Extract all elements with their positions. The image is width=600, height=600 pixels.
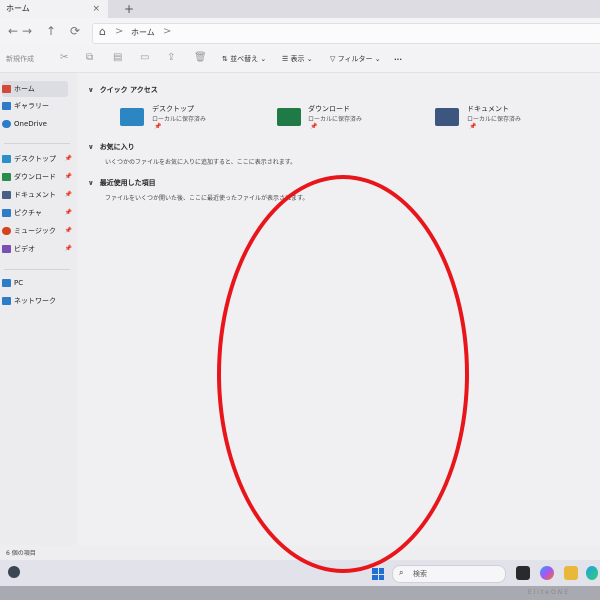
gallery-icon (2, 102, 11, 110)
recent-header[interactable]: ∨ 最近使用した項目 (88, 178, 156, 188)
sidebar-item-documents[interactable]: ドキュメント 📌 (2, 187, 72, 203)
chevron-down-icon[interactable]: ∨ (88, 86, 94, 94)
taskbar: ⌕ 検索 (0, 560, 600, 586)
share-icon[interactable]: ⇪ (167, 52, 175, 63)
sidebar-item-desktop[interactable]: デスクトップ 📌 (2, 151, 72, 167)
title-bar: ホーム × + (0, 0, 600, 18)
folder-icon (435, 108, 459, 126)
address-input[interactable]: ⌂ > ホーム > (92, 23, 600, 44)
folder-icon (120, 108, 144, 126)
command-bar: 新規作成 ✂ ⧉ ▤ ▭ ⇪ 🗑 ⇅ 並べ替え ⌄ ☰ 表示 ⌄ ▽ フィルター… (0, 46, 600, 73)
brand-label: EliteONE (527, 589, 570, 596)
content-area: ∨ クイック アクセス デスクトップ ローカルに保存済み 📌 ダウンロード ローカ… (78, 73, 600, 545)
copilot-icon[interactable] (540, 566, 554, 580)
tab-title: ホーム (6, 4, 30, 13)
forward-icon[interactable]: → (22, 24, 32, 38)
status-bar: 6 個の項目 (0, 546, 600, 560)
pin-icon: 📌 (310, 123, 318, 130)
recent-empty-text: ファイルをいくつか開いた後、ここに最近使ったファイルが表示されます。 (105, 195, 309, 202)
delete-icon[interactable]: 🗑 (194, 52, 207, 63)
start-button[interactable] (372, 568, 384, 580)
sidebar-item-videos[interactable]: ビデオ 📌 (2, 241, 72, 257)
folder-status: ローカルに保存済み (308, 116, 363, 123)
sidebar-item-home[interactable]: ホーム (2, 81, 68, 97)
video-icon (2, 245, 11, 253)
item-count: 6 個の項目 (6, 550, 36, 557)
pin-icon[interactable]: 📌 (65, 187, 72, 203)
sidebar-item-network[interactable]: ネットワーク (2, 293, 68, 309)
home-icon[interactable]: ⌂ (99, 25, 106, 38)
copy-icon[interactable]: ⧉ (86, 52, 93, 63)
file-explorer-window: ホーム × + ← → ↑ ⟳ ⌂ > ホーム > 新規作成 ✂ ⧉ ▤ ▭ ⇪… (0, 0, 600, 560)
home-icon (2, 85, 11, 93)
quick-access-header[interactable]: ∨ クイック アクセス (88, 85, 158, 95)
pin-icon[interactable]: 📌 (65, 151, 72, 167)
desktop-icon (2, 155, 11, 163)
pin-icon[interactable]: 📌 (65, 223, 72, 239)
computer-icon (2, 279, 11, 287)
music-icon (2, 227, 11, 235)
sidebar-item-onedrive[interactable]: OneDrive (2, 116, 68, 132)
folder-status: ローカルに保存済み (467, 116, 522, 123)
picture-icon (2, 209, 11, 217)
more-options-button[interactable]: ... (394, 54, 402, 62)
chevron-right-icon[interactable]: > (163, 26, 171, 37)
pin-icon[interactable]: 📌 (65, 205, 72, 221)
new-tab-button[interactable]: + (124, 0, 134, 18)
download-icon (2, 173, 11, 181)
cloud-icon (2, 120, 11, 128)
address-bar-row: ← → ↑ ⟳ ⌂ > ホーム > (0, 18, 600, 46)
refresh-icon[interactable]: ⟳ (70, 24, 80, 38)
divider (4, 269, 70, 270)
file-explorer-icon[interactable] (564, 566, 578, 580)
tab-home[interactable]: ホーム × (0, 0, 108, 18)
search-icon: ⌕ (399, 568, 404, 577)
rename-icon[interactable]: ▭ (140, 52, 149, 63)
view-button[interactable]: ☰ 表示 ⌄ (282, 54, 313, 64)
cut-icon[interactable]: ✂ (60, 52, 68, 63)
chevron-down-icon[interactable]: ∨ (88, 179, 94, 187)
folder-status: ローカルに保存済み (152, 116, 207, 123)
paste-icon[interactable]: ▤ (113, 52, 122, 63)
sidebar-item-music[interactable]: ミュージック 📌 (2, 223, 72, 239)
chevron-down-icon[interactable]: ∨ (88, 143, 94, 151)
filter-label: フィルター (337, 55, 373, 63)
divider (4, 143, 70, 144)
network-icon (2, 297, 11, 305)
navigation-pane: ホーム ギャラリー OneDrive デスクトップ 📌 ダウンロード 📌 ドキュメン… (0, 73, 76, 545)
breadcrumb-home[interactable]: ホーム (131, 27, 155, 38)
sidebar-item-gallery[interactable]: ギャラリー (2, 98, 68, 114)
favorites-header[interactable]: ∨ お気に入り (88, 142, 135, 152)
edge-icon[interactable] (586, 566, 598, 580)
document-icon (2, 191, 11, 199)
favorites-empty-text: いくつかのファイルをお気に入りに追加すると、ここに表示されます。 (105, 159, 297, 166)
pin-icon: 📌 (154, 123, 162, 130)
sort-label: 並べ替え (230, 55, 259, 63)
weather-icon[interactable] (8, 566, 20, 578)
pin-icon[interactable]: 📌 (65, 169, 72, 185)
folder-name: ドキュメント (467, 105, 509, 113)
monitor-bezel: EliteONE (0, 586, 600, 600)
chevron-right-icon[interactable]: > (115, 26, 123, 37)
folder-name: デスクトップ (152, 105, 194, 113)
tab-close-icon[interactable]: × (92, 0, 100, 18)
sidebar-item-downloads[interactable]: ダウンロード 📌 (2, 169, 72, 185)
view-label: 表示 (290, 55, 305, 63)
search-placeholder: 検索 (413, 570, 427, 578)
taskbar-search[interactable]: ⌕ 検索 (392, 565, 506, 583)
sidebar-item-pc[interactable]: PC (2, 275, 68, 291)
sort-button[interactable]: ⇅ 並べ替え ⌄ (222, 54, 266, 64)
folder-name: ダウンロード (308, 105, 350, 113)
up-icon[interactable]: ↑ (46, 24, 56, 38)
new-button[interactable]: 新規作成 (6, 54, 34, 64)
pin-icon[interactable]: 📌 (65, 241, 72, 257)
folder-icon (277, 108, 301, 126)
filter-button[interactable]: ▽ フィルター ⌄ (330, 54, 381, 64)
pin-icon: 📌 (469, 123, 477, 130)
task-view-icon[interactable] (516, 566, 530, 580)
sidebar-item-pictures[interactable]: ピクチャ 📌 (2, 205, 72, 221)
back-icon[interactable]: ← (8, 24, 18, 38)
